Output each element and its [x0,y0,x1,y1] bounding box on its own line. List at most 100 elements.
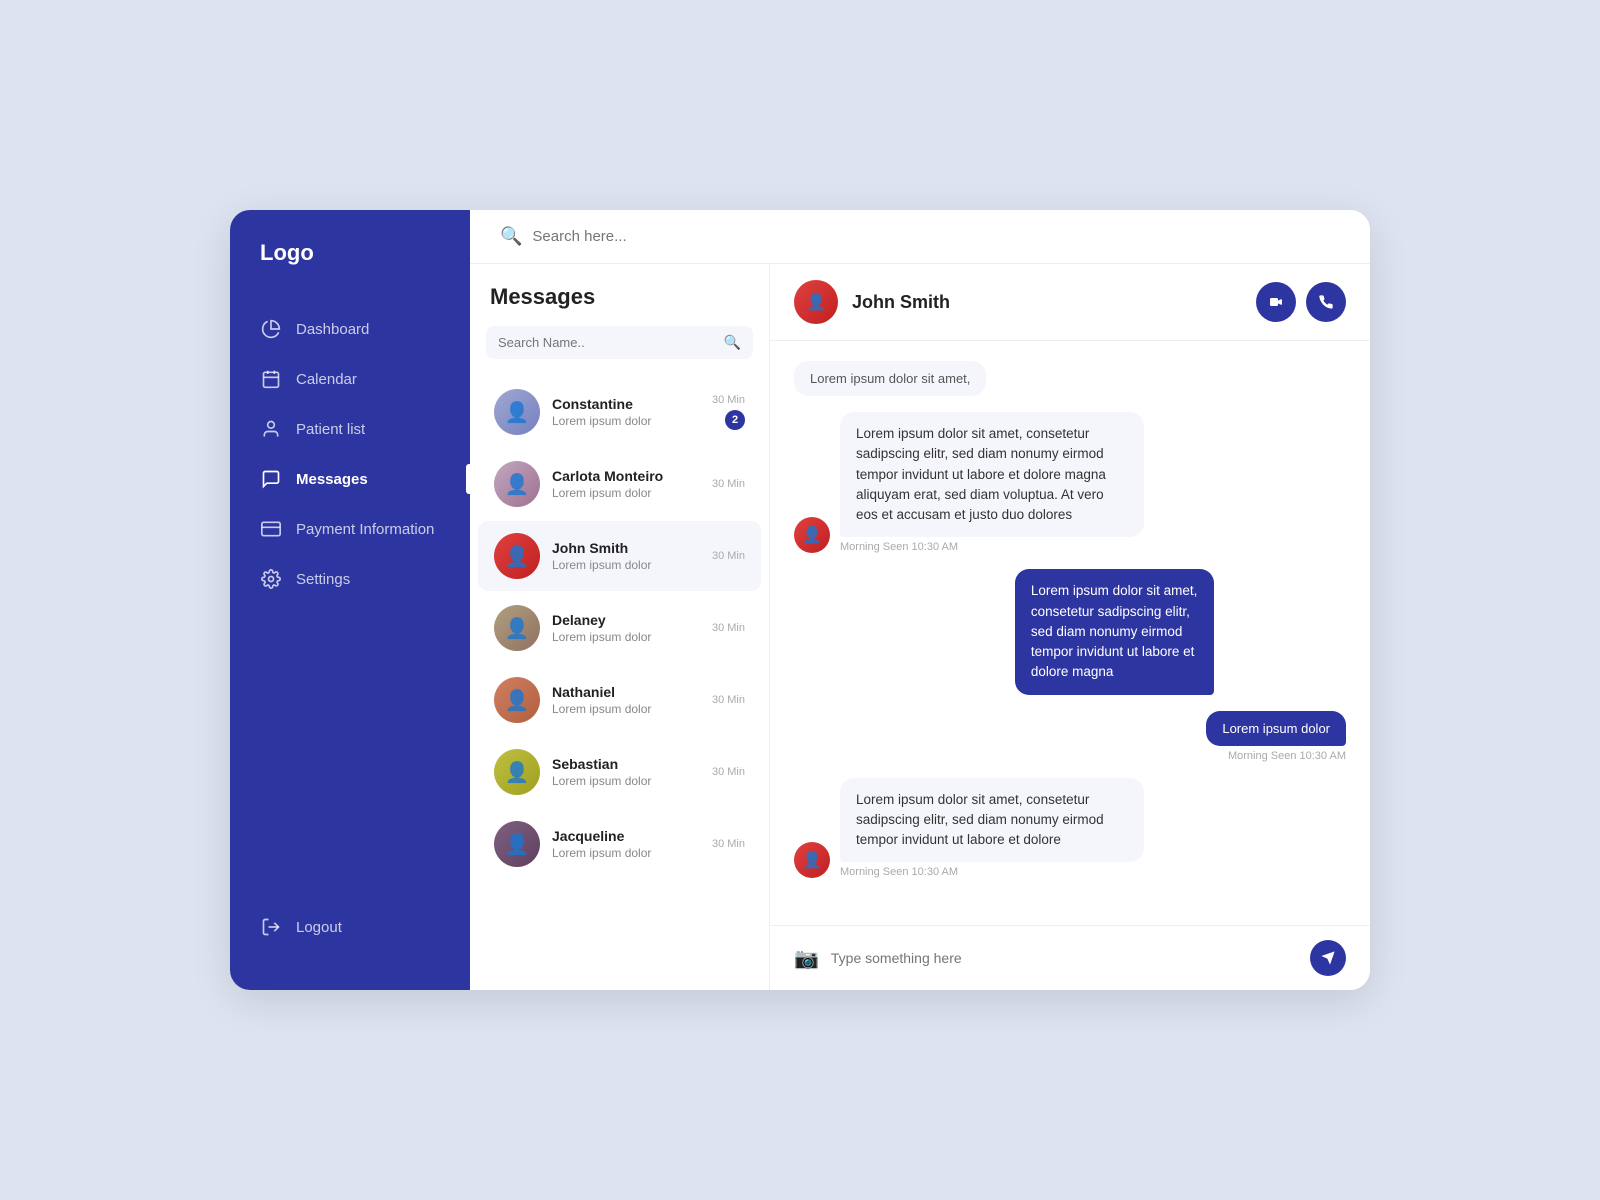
contact-name: Constantine [552,396,700,412]
messages-title: Messages [470,284,769,326]
logout-label: Logout [296,919,342,936]
message-info: Delaney Lorem ipsum dolor [552,612,700,644]
message-info: Carlota Monteiro Lorem ipsum dolor [552,468,700,500]
sidebar-item-logout[interactable]: Logout [260,904,440,950]
chat-message-row: 👤 Lorem ipsum dolor sit amet, consetetur… [794,412,1346,553]
message-time: 30 Min [712,838,745,850]
content-area: Messages 🔍 👤 Constantine Lorem ipsum dol… [470,264,1370,990]
chat-actions [1256,282,1346,322]
sidebar-label-dashboard: Dashboard [296,321,369,338]
list-item[interactable]: 👤 Constantine Lorem ipsum dolor 30 Min 2 [478,377,761,447]
messages-panel: Messages 🔍 👤 Constantine Lorem ipsum dol… [470,264,770,990]
chat-timestamp: Morning Seen 10:30 AM [840,541,1346,553]
bubble-text: Lorem ipsum dolor sit amet, consetetur s… [1015,569,1214,694]
message-info: Nathaniel Lorem ipsum dolor [552,684,700,716]
message-time: 30 Min [712,766,745,778]
sidebar-item-patient-list[interactable]: Patient list [230,406,470,452]
message-info: Sebastian Lorem ipsum dolor [552,756,700,788]
message-info: Jacqueline Lorem ipsum dolor [552,828,700,860]
chat-messages: Lorem ipsum dolor sit amet, 👤 Lorem ipsu… [770,341,1370,925]
message-time: 30 Min [712,550,745,562]
message-preview: Lorem ipsum dolor [552,702,700,716]
logout-icon [260,916,282,938]
list-item[interactable]: 👤 Nathaniel Lorem ipsum dolor 30 Min [478,665,761,735]
message-preview: Lorem ipsum dolor [552,774,700,788]
main-content: 🔍 Messages 🔍 👤 Constantine L [470,210,1370,990]
sidebar-item-payment[interactable]: Payment Information [230,506,470,552]
send-button[interactable] [1310,940,1346,976]
list-item[interactable]: 👤 Delaney Lorem ipsum dolor 30 Min [478,593,761,663]
search-icon: 🔍 [500,226,522,247]
avatar: 👤 [494,677,540,723]
bubble-text: Lorem ipsum dolor sit amet, consetetur s… [840,778,1144,863]
message-preview: Lorem ipsum dolor [552,486,700,500]
messages-list: 👤 Constantine Lorem ipsum dolor 30 Min 2… [470,375,769,990]
contact-name: John Smith [552,540,700,556]
pie-chart-icon [260,318,282,340]
bubble-text: Lorem ipsum dolor sit amet, consetetur s… [840,412,1144,537]
chat-timestamp: Morning Seen 10:30 AM [840,866,1346,878]
card-icon [260,518,282,540]
avatar: 👤 [494,821,540,867]
logo: Logo [230,240,470,306]
chat-bubble-received-small: Lorem ipsum dolor sit amet, [794,361,986,396]
message-meta: 30 Min [712,694,745,706]
camera-icon[interactable]: 📷 [794,946,819,971]
list-item[interactable]: 👤 Jacqueline Lorem ipsum dolor 30 Min [478,809,761,879]
sidebar-label-settings: Settings [296,571,350,588]
chat-message-row: 👤 Lorem ipsum dolor sit amet, consetetur… [794,778,1346,879]
chat-sender-avatar: 👤 [794,842,830,878]
sidebar-bottom: Logout [230,884,470,970]
sidebar-item-messages[interactable]: Messages [230,456,470,502]
chat-bubble-received: Lorem ipsum dolor sit amet, consetetur s… [840,778,1346,879]
chat-message-row: Lorem ipsum dolor Morning Seen 10:30 AM [794,711,1346,762]
chat-message-row: Lorem ipsum dolor sit amet, consetetur s… [794,569,1346,694]
message-preview: Lorem ipsum dolor [552,558,700,572]
chat-input[interactable] [831,950,1298,966]
chat-panel: 👤 John Smith Lorem ipsu [770,264,1370,990]
message-time: 30 Min [712,694,745,706]
contact-name: Sebastian [552,756,700,772]
avatar: 👤 [494,533,540,579]
sidebar-item-calendar[interactable]: Calendar [230,356,470,402]
avatar: 👤 [494,605,540,651]
avatar: 👤 [494,461,540,507]
chat-sender-avatar: 👤 [794,517,830,553]
app-container: Logo Dashboard Calendar Pati [230,210,1370,990]
calendar-icon [260,368,282,390]
chat-icon [260,468,282,490]
list-item[interactable]: 👤 Sebastian Lorem ipsum dolor 30 Min [478,737,761,807]
message-info: Constantine Lorem ipsum dolor [552,396,700,428]
search-input[interactable] [532,228,1340,245]
avatar: 👤 [494,389,540,435]
messages-search-box: 🔍 [486,326,753,359]
message-time: 30 Min [712,622,745,634]
sidebar-item-dashboard[interactable]: Dashboard [230,306,470,352]
message-meta: 30 Min [712,766,745,778]
message-meta: 30 Min [712,622,745,634]
chat-header: 👤 John Smith [770,264,1370,341]
message-time: 30 Min [712,394,745,406]
sidebar: Logo Dashboard Calendar Pati [230,210,470,990]
sidebar-label-payment: Payment Information [296,521,434,538]
message-meta: 30 Min 2 [712,394,745,430]
video-call-button[interactable] [1256,282,1296,322]
chat-bubble-sent: Lorem ipsum dolor sit amet, consetetur s… [1015,569,1346,694]
message-badge: 2 [725,410,745,430]
list-item[interactable]: 👤 Carlota Monteiro Lorem ipsum dolor 30 … [478,449,761,519]
chat-bubble-received: Lorem ipsum dolor sit amet, consetetur s… [840,412,1346,553]
message-meta: 30 Min [712,550,745,562]
phone-call-button[interactable] [1306,282,1346,322]
sidebar-nav: Dashboard Calendar Patient list [230,306,470,884]
message-preview: Lorem ipsum dolor [552,414,700,428]
message-time: 30 Min [712,478,745,490]
contact-name: Delaney [552,612,700,628]
message-meta: 30 Min [712,838,745,850]
messages-search-input[interactable] [498,335,716,350]
sidebar-item-settings[interactable]: Settings [230,556,470,602]
chat-message-row: Lorem ipsum dolor sit amet, [794,361,1346,396]
list-item[interactable]: 👤 John Smith Lorem ipsum dolor 30 Min [478,521,761,591]
message-info: John Smith Lorem ipsum dolor [552,540,700,572]
sidebar-label-messages: Messages [296,471,368,488]
chat-input-area: 📷 [770,925,1370,990]
